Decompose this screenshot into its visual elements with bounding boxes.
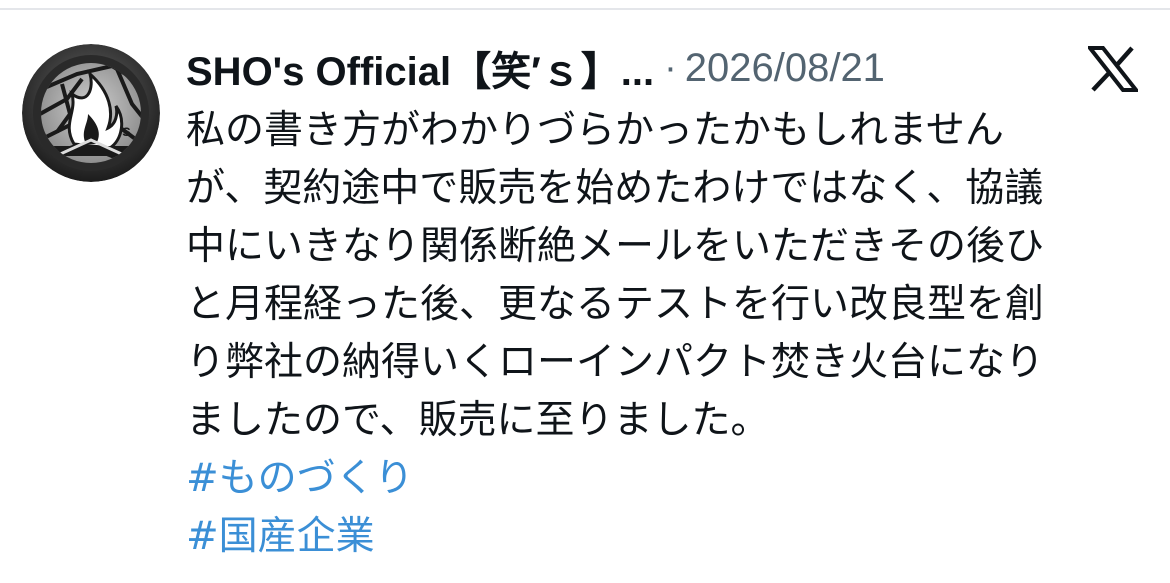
top-divider <box>0 8 1170 10</box>
post-header: SHO's Official【笑′ｓ】... · 2026/08/21 <box>186 38 885 98</box>
post-text-line: ましたので、販売に至りました。 <box>186 398 770 443</box>
hashtag-link[interactable]: #ものづくり <box>186 450 1136 508</box>
post-text-line: 私の書き方がわかりづらかったかもしれません <box>186 108 1004 153</box>
post-text-line: が、契約途中で販売を始めたわけではなく、協議 <box>186 166 1044 211</box>
post-text-line: 中にいきなり関係断絶メールをいただきその後ひ <box>186 224 1045 269</box>
author-name[interactable]: SHO's Official【笑′ｓ】... <box>186 39 654 97</box>
post-text: 私の書き方がわかりづらかったかもしれません が、契約途中で販売を始めたわけではな… <box>186 102 1136 566</box>
svg-text:s: s <box>122 123 131 140</box>
post-date[interactable]: 2026/08/21 <box>685 46 885 91</box>
x-logo-icon[interactable] <box>1085 46 1141 92</box>
post-text-line: り弊社の納得いくローインパクト焚き火台になり <box>186 340 1045 385</box>
author-avatar[interactable]: s <box>22 44 160 182</box>
post-text-line: と月程経った後、更なるテストを行い改良型を創 <box>186 282 1045 327</box>
hashtag-link[interactable]: #国産企業 <box>186 508 1136 566</box>
avatar-logo-icon: s <box>22 44 160 182</box>
header-separator: · <box>664 46 677 89</box>
